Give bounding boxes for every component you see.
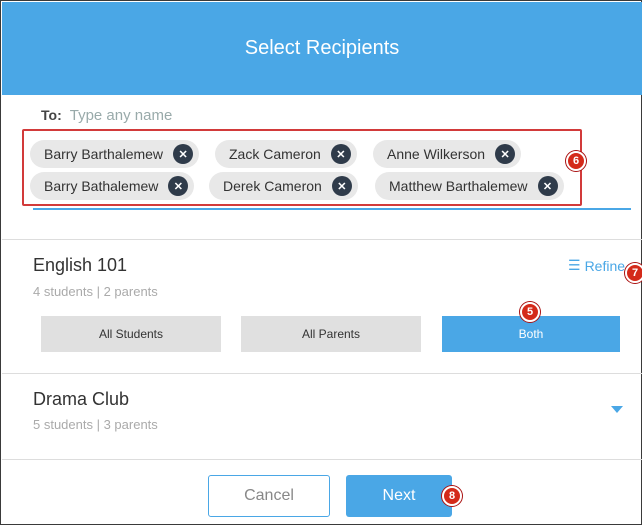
refine-label: Refine <box>584 257 626 274</box>
all-parents-option[interactable]: All Parents <box>241 316 421 352</box>
remove-chip-icon[interactable]: ✕ <box>331 176 352 196</box>
to-field-underline <box>33 208 631 210</box>
divider <box>2 373 642 374</box>
callout-5: 5 <box>520 302 540 322</box>
recipient-search-input[interactable] <box>69 107 370 124</box>
group-title-english-101: English 101 <box>33 255 128 275</box>
refine-button[interactable]: ☰ Refine <box>568 257 625 274</box>
remove-chip-icon[interactable]: ✕ <box>495 144 516 164</box>
sliders-icon: ☰ <box>568 257 581 273</box>
select-recipients-dialog: Select Recipients To: Barry Barthalemew … <box>0 0 642 525</box>
expand-chevron-icon[interactable] <box>611 406 623 413</box>
group-subtitle-drama-club: 5 students | 3 parents <box>33 417 158 432</box>
dialog-header: Select Recipients <box>2 2 642 95</box>
next-label: Next <box>382 487 416 504</box>
all-students-option[interactable]: All Students <box>41 316 221 352</box>
remove-chip-icon[interactable]: ✕ <box>330 144 351 164</box>
remove-chip-icon[interactable]: ✕ <box>168 176 189 196</box>
recipient-chip-label: Barry Bathalemew <box>44 178 159 194</box>
recipient-chip[interactable]: Barry Barthalemew ✕ <box>30 140 200 168</box>
recipient-chip-label: Matthew Barthalemew <box>389 178 528 194</box>
group-title-drama-club: Drama Club <box>33 389 130 409</box>
recipient-chip[interactable]: Zack Cameron ✕ <box>215 140 357 168</box>
remove-chip-icon[interactable]: ✕ <box>173 144 194 164</box>
recipient-chip[interactable]: Anne Wilkerson ✕ <box>373 140 522 168</box>
recipient-chip-label: Barry Barthalemew <box>44 146 164 162</box>
divider <box>2 459 642 460</box>
callout-7: 7 <box>625 263 642 283</box>
recipient-chip[interactable]: Derek Cameron ✕ <box>209 172 358 200</box>
recipient-chip[interactable]: Barry Bathalemew ✕ <box>30 172 195 200</box>
to-label: To: <box>41 107 62 123</box>
recipient-chip-label: Derek Cameron <box>223 178 322 194</box>
divider <box>2 239 642 240</box>
cancel-button[interactable]: Cancel <box>208 475 330 517</box>
callout-8: 8 <box>442 486 462 506</box>
to-row: To: <box>41 107 370 124</box>
recipient-chip-label: Zack Cameron <box>229 146 321 162</box>
group-subtitle-english-101: 4 students | 2 parents <box>33 284 158 299</box>
recipient-chip[interactable]: Matthew Barthalemew ✕ <box>375 172 564 200</box>
recipient-chip-label: Anne Wilkerson <box>387 146 486 162</box>
next-button[interactable]: Next <box>346 475 452 517</box>
callout-6: 6 <box>566 151 586 171</box>
dialog-title: Select Recipients <box>244 37 400 59</box>
remove-chip-icon[interactable]: ✕ <box>537 176 558 196</box>
